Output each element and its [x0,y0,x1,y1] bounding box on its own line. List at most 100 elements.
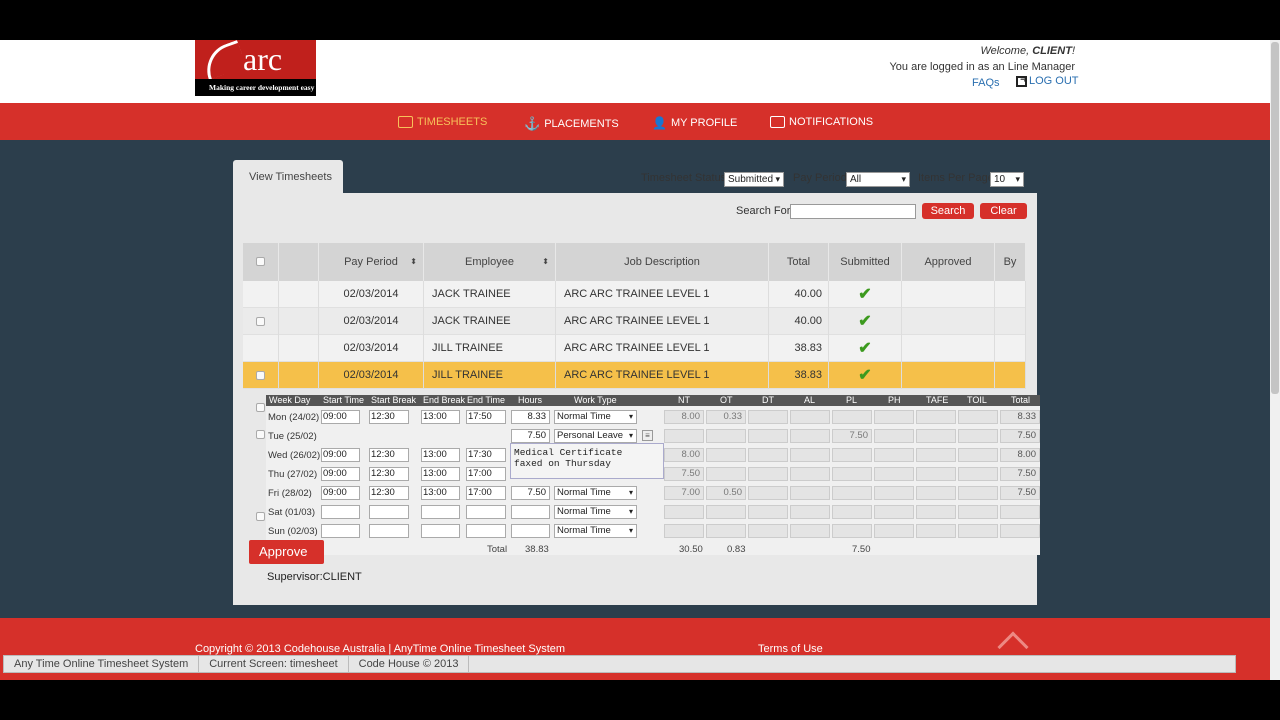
toil-cell [958,410,998,424]
row-checkbox[interactable] [256,371,265,380]
arc-logo[interactable]: arc Making career development easy [195,40,316,96]
end-time-input[interactable] [466,505,506,519]
start-time-input[interactable]: 09:00 [321,467,360,481]
nav-notifications-label: NOTIFICATIONS [789,116,874,128]
status-current-screen: Current Screen: timesheet [199,656,349,672]
end-time-input[interactable]: 17:30 [466,448,506,462]
end-time-input[interactable]: 17:50 [466,410,506,424]
start-time-input[interactable] [321,505,360,519]
work-type-select[interactable]: Normal Time [554,524,637,538]
dt-cell [748,429,788,443]
column-approved[interactable]: Approved [902,243,995,281]
weekday-label: Mon (24/02) [268,412,320,423]
scrollbar-thumb[interactable] [1271,42,1279,394]
status-app-name: Any Time Online Timesheet System [4,656,200,672]
ph-cell [874,505,914,519]
row-checkbox[interactable] [256,430,265,439]
nav-my-profile[interactable]: 👤 MY PROFILE [652,116,737,130]
start-break-input[interactable]: 12:30 [369,467,409,481]
row-checkbox[interactable] [256,403,265,412]
select-all-checkbox[interactable] [256,257,265,266]
column-by[interactable]: By [995,243,1026,281]
end-time-input[interactable] [466,524,506,538]
pay-period-select[interactable]: All [846,172,910,187]
hours-input[interactable] [511,524,550,538]
page-scrollbar[interactable] [1270,40,1280,680]
start-time-input[interactable]: 09:00 [321,410,360,424]
start-break-input[interactable]: 12:30 [369,410,409,424]
tafe-cell [916,448,956,462]
end-time-input[interactable]: 17:00 [466,486,506,500]
sort-icon: ⬍ [410,257,417,266]
end-time-input[interactable]: 17:00 [466,467,506,481]
table-row[interactable]: 02/03/2014 JILL TRAINEE ARC ARC TRAINEE LE… [243,362,1026,389]
logout-link[interactable]: LOG OUT [1016,74,1079,87]
tafe-cell [916,505,956,519]
ph-cell [874,524,914,538]
checkmark-icon: ✔ [829,335,902,362]
search-button[interactable]: Search [922,203,974,219]
status-filter-select[interactable]: Submitted [724,172,784,187]
approve-button[interactable]: Approve [249,540,324,564]
detail-column-header: AL [804,395,816,405]
search-input[interactable] [790,204,916,219]
dt-cell [748,467,788,481]
end-break-input[interactable]: 13:00 [421,448,460,462]
detail-column-header: End Time [467,395,506,405]
work-type-select[interactable]: Personal Leave [554,429,637,443]
work-type-select[interactable]: Normal Time [554,410,637,424]
column-employee[interactable]: Employee ⬍ [424,243,556,281]
nav-notifications[interactable]: NOTIFICATIONS [770,116,873,128]
work-type-select[interactable]: Normal Time [554,486,637,500]
comment-icon[interactable]: ≡ [642,430,653,441]
column-job-description[interactable]: Job Description [556,243,769,281]
end-break-input[interactable] [421,505,460,519]
column-submitted[interactable]: Submitted [829,243,902,281]
column-pay-period[interactable]: Pay Period ⬍ [319,243,424,281]
terms-of-use-link[interactable]: Terms of Use [758,643,823,655]
end-break-input[interactable]: 13:00 [421,410,460,424]
work-type-select[interactable]: Normal Time [554,505,637,519]
end-break-input[interactable]: 13:00 [421,467,460,481]
total-nt: 30.50 [679,544,703,555]
hours-input[interactable]: 8.33 [511,410,550,424]
start-time-input[interactable]: 09:00 [321,486,360,500]
job-description-cell: ARC ARC TRAINEE LEVEL 1 [556,308,769,335]
start-break-input[interactable]: 12:30 [369,448,409,462]
tab-view-timesheets[interactable]: View Timesheets [233,160,343,194]
table-row[interactable]: 02/03/2014 JACK TRAINEE ARC ARC TRAINEE LE… [243,308,1026,335]
items-per-page-select[interactable]: 10 [990,172,1024,187]
detail-column-header: Start Break [371,395,417,405]
column-total[interactable]: Total [769,243,829,281]
end-break-input[interactable]: 13:00 [421,486,460,500]
nt-cell [664,505,704,519]
start-break-input[interactable] [369,524,409,538]
hours-input[interactable]: 7.50 [511,429,550,443]
logo-tagline: Making career development easy [195,79,316,96]
hours-input[interactable]: 7.50 [511,486,550,500]
clear-button[interactable]: Clear [980,203,1027,219]
approved-cell [902,281,995,308]
faqs-link[interactable]: FAQs [972,77,1000,89]
table-row[interactable]: 02/03/2014 JILL TRAINEE ARC ARC TRAINEE LE… [243,335,1026,362]
nav-placements[interactable]: ⚓ PLACEMENTS [524,116,619,132]
start-break-input[interactable]: 12:30 [369,486,409,500]
detail-column-header: NT [678,395,690,405]
end-break-input[interactable] [421,524,460,538]
row-checkbox[interactable] [256,317,265,326]
logged-in-role: You are logged in as an Line Manager [889,61,1075,73]
toil-cell [958,524,998,538]
row-checkbox[interactable] [256,512,265,521]
start-time-input[interactable]: 09:00 [321,448,360,462]
hours-input[interactable] [511,505,550,519]
start-break-input[interactable] [369,505,409,519]
total-cell: 40.00 [769,308,829,335]
nav-timesheets[interactable]: TIMESHEETS [398,116,487,128]
pl-cell [832,505,872,519]
al-cell [790,410,830,424]
al-cell [790,486,830,500]
table-row[interactable]: 02/03/2014 JACK TRAINEE ARC ARC TRAINEE LE… [243,281,1026,308]
start-time-input[interactable] [321,524,360,538]
sort-icon: ⬍ [542,257,549,266]
row-expand-cell [279,308,319,335]
